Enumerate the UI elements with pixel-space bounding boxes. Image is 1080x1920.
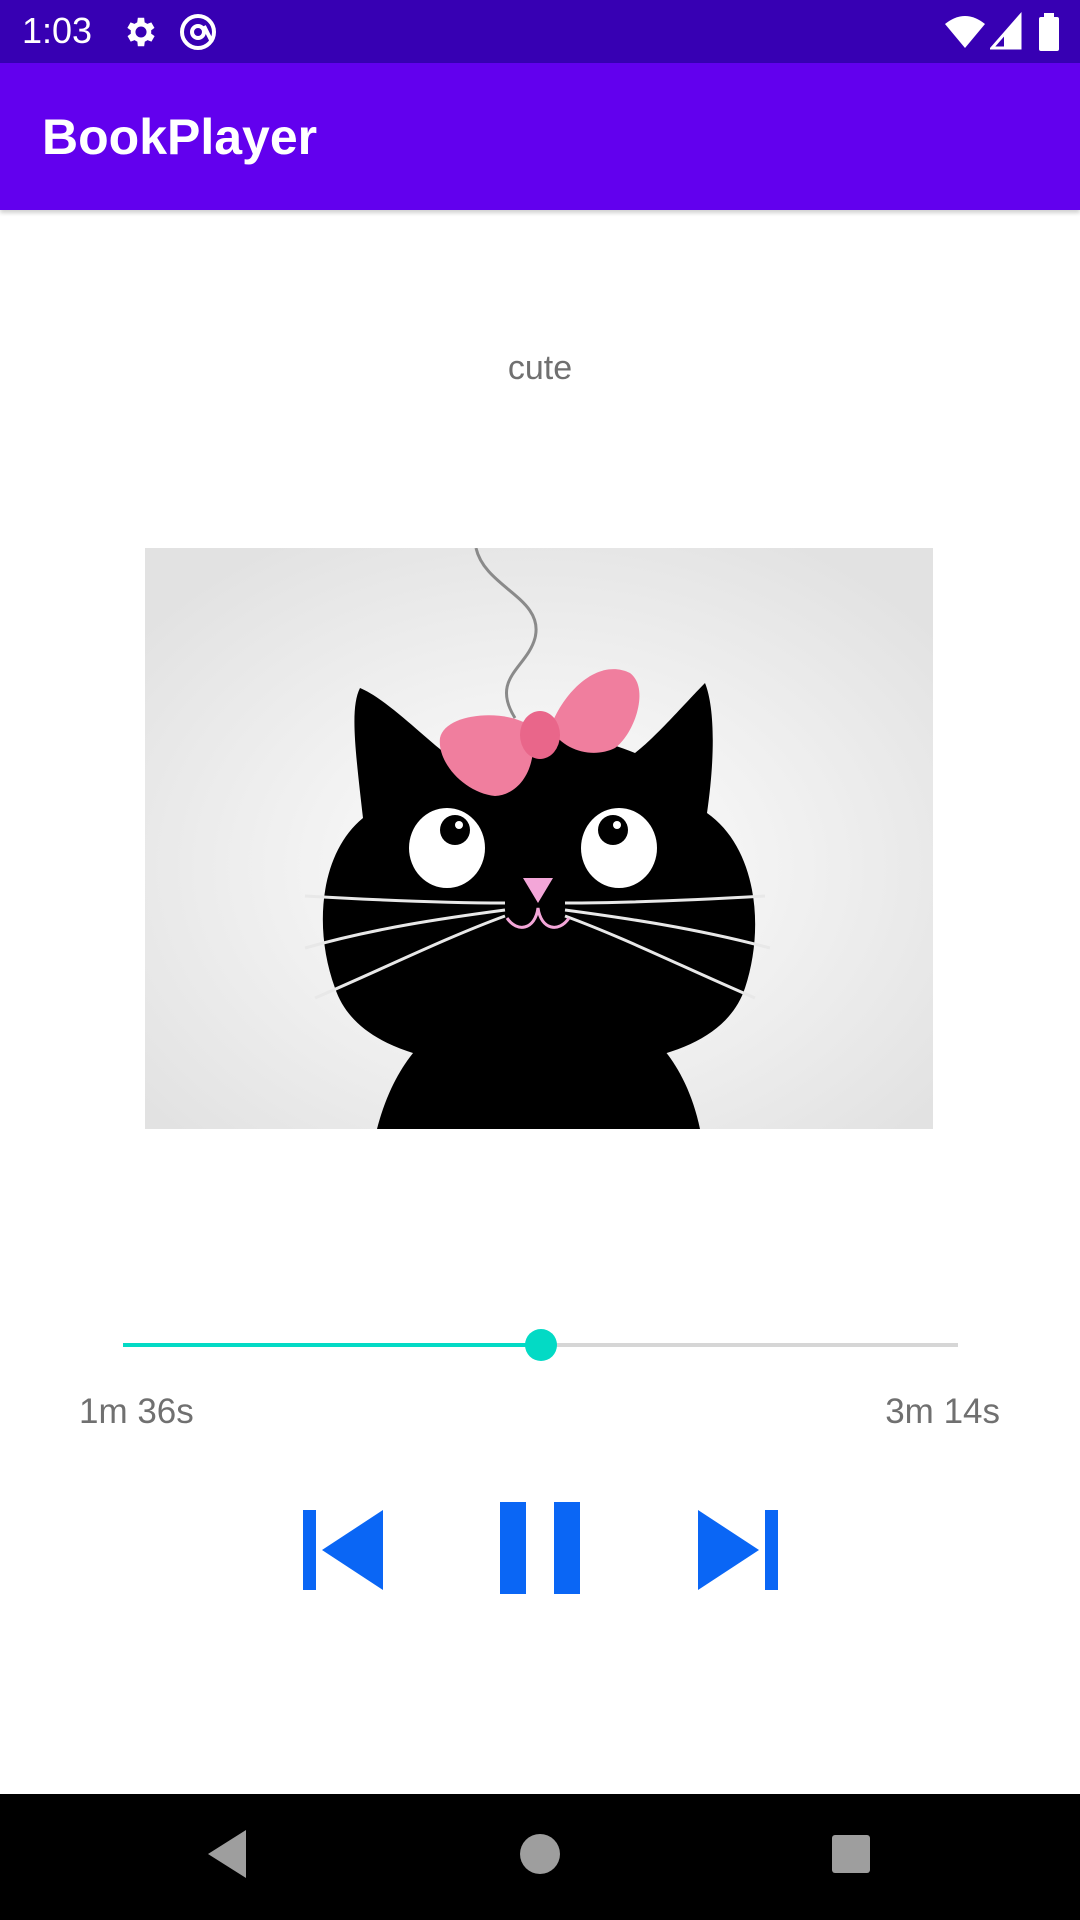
seek-progress [123, 1343, 541, 1347]
book-title: cute [507, 349, 573, 387]
app-bar: BookPlayer [0, 63, 1080, 210]
total-time: 3m 14s [885, 1392, 1000, 1431]
black-cat-with-pink-bow-image [145, 548, 933, 1129]
back-icon[interactable] [202, 1824, 250, 1884]
navigation-bar [0, 1794, 1080, 1920]
elapsed-time: 1m 36s [79, 1392, 194, 1431]
book-player-screen: 1:03 BookPlayer cute 1m 36s 3m 14s [0, 0, 1080, 1920]
recents-icon[interactable] [828, 1824, 874, 1884]
at-sign-icon [180, 14, 216, 50]
gear-icon [127, 17, 155, 47]
home-icon[interactable] [517, 1824, 563, 1884]
seek-bar[interactable] [123, 1325, 958, 1365]
battery-icon [1039, 13, 1059, 51]
pause-icon[interactable] [498, 1500, 584, 1595]
status-bar: 1:03 [0, 0, 1080, 63]
wifi-icon [945, 16, 985, 48]
signal-icon [990, 12, 1022, 50]
cover-art [145, 548, 933, 1129]
app-title: BookPlayer [42, 109, 318, 165]
skip-previous-icon[interactable] [300, 1500, 386, 1595]
status-time: 1:03 [22, 10, 93, 51]
seek-thumb[interactable] [525, 1329, 557, 1361]
skip-next-icon[interactable] [695, 1500, 781, 1595]
